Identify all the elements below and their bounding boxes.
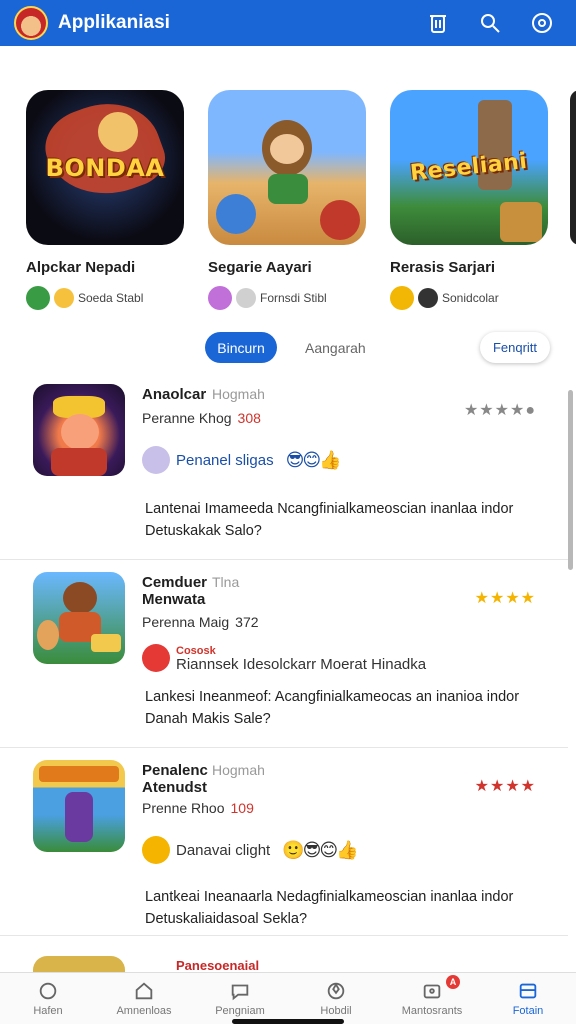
filter-tabs: Bincurn Aangarah Fenqritt: [0, 332, 576, 366]
home-circle-icon: [39, 982, 57, 1000]
nav-item-games[interactable]: Hobdil: [288, 973, 384, 1024]
home-indicator: [232, 1019, 344, 1024]
avatar[interactable]: [14, 6, 48, 40]
nav-label: Pengniam: [215, 1005, 265, 1017]
item-thumbnail[interactable]: [33, 760, 125, 852]
nav-label: Hobdil: [320, 1005, 352, 1017]
rating-stars: ★★★★: [474, 590, 536, 607]
app-title: Applikaniasi: [58, 12, 170, 33]
developer-icon: [390, 286, 414, 310]
nav-item-home[interactable]: Hafen: [0, 973, 96, 1024]
item-thumbnail[interactable]: [33, 572, 125, 664]
featured-card-peek[interactable]: [570, 90, 576, 245]
tab-second[interactable]: Aangarah: [305, 340, 366, 356]
item-count: 372: [235, 614, 259, 630]
nav-item-library[interactable]: Fotain: [480, 973, 576, 1024]
game-meta-text: Fornsdi Stibl: [260, 291, 327, 305]
reaction-row[interactable]: Cososk Riannsek Idesolckarr Moerat Hinad…: [142, 644, 426, 672]
item-label: Panesoenaial: [176, 958, 260, 973]
game-meta: Fornsdi Stibl: [208, 286, 366, 310]
games-icon: [327, 982, 345, 1000]
nav-label: Amnenloas: [116, 1005, 172, 1017]
game-name: Alpckar Nepadi: [26, 259, 136, 276]
reaction-text: Riannsek Idesolckarr Moerat Hinadka: [176, 656, 427, 673]
nav-item-notifications[interactable]: A Mantosrants: [384, 973, 480, 1024]
game-thumbnail[interactable]: Reseliani: [390, 90, 548, 245]
game-name: Segarie Aayari: [208, 259, 312, 276]
user-avatar: [142, 836, 170, 864]
list-item[interactable]: Penalenc Atenudst Hogmah Prenne Rhoo 109 …: [0, 748, 568, 936]
item-description: Lantkeai Ineanaarla Nedagfinialkameoscia…: [145, 889, 514, 927]
rating-stars: ★★★★●: [463, 402, 536, 419]
developer-icon: [26, 286, 50, 310]
item-subtitle-text: Perenna Maig: [142, 614, 230, 630]
notifications-icon: [423, 984, 441, 999]
reaction-text: Danavai clight: [176, 841, 271, 859]
game-meta-text: Soeda Stabl: [78, 291, 144, 305]
item-subtitle: Perenna Maig 372: [142, 614, 259, 630]
item-subtitle: Prenne Rhoo 109: [142, 800, 254, 816]
list-item[interactable]: Cemduer Menwata Tlna Perenna Maig 372 ★★★…: [0, 560, 568, 748]
featured-carousel: BONDAA Alpckar Nepadi Soeda Stabl Segari…: [26, 90, 548, 310]
game-name: Rerasis Sarjari: [390, 259, 496, 276]
nav-label: Hafen: [33, 1005, 63, 1017]
game-logo-text: BONDAA: [45, 153, 165, 182]
item-subtitle-text: Peranne Khog: [142, 410, 232, 426]
item-title-extra: Hogmah: [212, 762, 265, 778]
item-title-extra: Hogmah: [212, 386, 265, 402]
featured-card[interactable]: BONDAA Alpckar Nepadi Soeda Stabl: [26, 90, 184, 310]
game-thumbnail[interactable]: [208, 90, 366, 245]
settings-icon[interactable]: [522, 3, 562, 43]
rating-stars: ★★★★: [474, 778, 536, 795]
search-icon[interactable]: [470, 3, 510, 43]
library-icon: [519, 983, 537, 999]
item-thumbnail[interactable]: [33, 384, 125, 476]
item-subtitle-text: Prenne Rhoo: [142, 800, 225, 816]
item-count: 109: [230, 800, 254, 816]
user-avatar: [142, 446, 170, 474]
item-count: 308: [237, 410, 261, 426]
reaction-text-group: Cososk Riannsek Idesolckarr Moerat Hinad…: [176, 644, 426, 672]
house-icon: [135, 982, 153, 1000]
reaction-text: Penanel sligas: [176, 451, 274, 469]
game-meta-text: Sonidcolar: [442, 291, 499, 305]
game-meta: Sonidcolar: [390, 286, 548, 310]
chat-icon: [231, 984, 249, 1001]
rank-icon: [54, 288, 74, 308]
item-description: Lantenai Imameeda Ncangfinialkameoscian …: [145, 501, 514, 539]
trash-icon[interactable]: [418, 3, 458, 43]
list-item-partial[interactable]: Panesoenaial: [0, 952, 576, 978]
item-title-extra: Tlna: [212, 574, 240, 590]
nav-label: Fotain: [512, 1005, 544, 1017]
nav-item-apps[interactable]: Amnenloas: [96, 973, 192, 1024]
scrollbar[interactable]: [568, 390, 573, 570]
item-subtitle: Peranne Khog 308: [142, 410, 261, 426]
reaction-row[interactable]: Penanel sligas 😎😊👍: [142, 446, 342, 474]
tab-active[interactable]: Bincurn: [205, 332, 277, 363]
emoji-reactions-icon: 😎😊👍: [285, 449, 342, 470]
developer-icon: [208, 286, 232, 310]
bottom-nav: Hafen Amnenloas Pengniam Hobdil A Mantos…: [0, 972, 576, 1024]
rank-icon: [418, 288, 438, 308]
user-avatar: [142, 644, 170, 672]
list-item[interactable]: Anaolcar Hogmah Peranne Khog 308 ★★★★● Pe…: [0, 372, 568, 560]
nav-item-chat[interactable]: Pengniam: [192, 973, 288, 1024]
app-header: Applikaniasi: [0, 0, 576, 46]
nav-label: Mantosrants: [401, 1005, 463, 1017]
reaction-row[interactable]: Danavai clight 🙂😎😊👍: [142, 836, 359, 864]
emoji-reactions-icon: 🙂😎😊👍: [282, 839, 358, 860]
notification-badge: A: [446, 975, 460, 989]
item-description: Lankesi Ineanmeof: Acangfinialkameocas a…: [145, 689, 520, 727]
featured-card[interactable]: Segarie Aayari Fornsdi Stibl: [208, 90, 366, 310]
featured-card[interactable]: Reseliani Rerasis Sarjari Sonidcolar: [390, 90, 548, 310]
game-thumbnail[interactable]: BONDAA: [26, 90, 184, 245]
rank-icon: [236, 288, 256, 308]
game-meta: Soeda Stabl: [26, 286, 184, 310]
filter-button[interactable]: Fenqritt: [480, 332, 550, 363]
game-list: Anaolcar Hogmah Peranne Khog 308 ★★★★● Pe…: [0, 372, 576, 936]
